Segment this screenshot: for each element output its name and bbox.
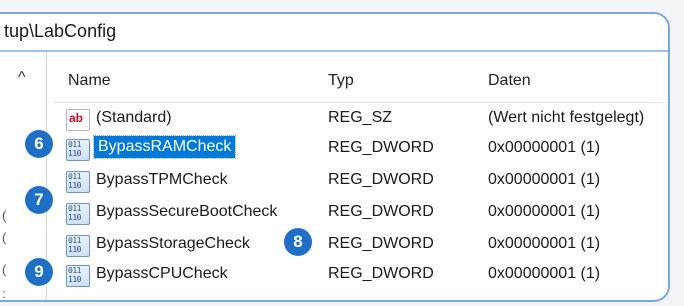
- value-data: (Wert nicht festgelegt): [488, 109, 645, 126]
- step-badge-8: 8: [284, 228, 312, 256]
- value-data: 0x00000001 (1): [488, 235, 601, 252]
- registry-editor-window: tup\LabConfig ( ( ( : ^ Name Typ Daten (…: [0, 12, 670, 302]
- value-name: (Standard): [96, 109, 172, 126]
- value-type: REG_SZ: [328, 109, 393, 126]
- value-type: REG_DWORD: [328, 171, 434, 188]
- registry-value-row[interactable]: BypassCPUCheck REG_DWORD 0x00000001 (1): [60, 260, 668, 290]
- registry-value-row[interactable]: (Standard) REG_SZ (Wert nicht festgelegt…: [60, 104, 668, 134]
- address-path: tup\LabConfig: [4, 21, 117, 41]
- registry-value-row-selected[interactable]: BypassRAMCheck REG_DWORD 0x00000001 (1): [60, 134, 668, 164]
- value-name: BypassRAMCheck: [92, 135, 237, 159]
- dword-value-icon: [66, 203, 90, 225]
- registry-value-row[interactable]: BypassStorageCheck REG_DWORD 0x00000001 …: [60, 230, 668, 260]
- value-name: BypassTPMCheck: [96, 171, 228, 188]
- column-header-daten[interactable]: Daten: [488, 72, 531, 90]
- value-type: REG_DWORD: [328, 235, 434, 252]
- value-data: 0x00000001 (1): [488, 139, 601, 156]
- step-badge-6: 6: [25, 130, 53, 158]
- value-name: BypassCPUCheck: [96, 265, 228, 282]
- column-header-typ[interactable]: Typ: [328, 72, 354, 90]
- column-header-name[interactable]: Name: [68, 72, 111, 90]
- value-type: REG_DWORD: [328, 203, 434, 220]
- registry-value-row[interactable]: BypassTPMCheck REG_DWORD 0x00000001 (1): [60, 166, 668, 196]
- dword-value-icon: [66, 139, 90, 161]
- string-value-icon: [66, 109, 90, 131]
- tree-connector: (: [2, 262, 7, 277]
- value-name: BypassSecureBootCheck: [96, 203, 278, 220]
- value-data: 0x00000001 (1): [488, 265, 601, 282]
- step-badge-7: 7: [25, 186, 53, 214]
- value-type: REG_DWORD: [328, 139, 434, 156]
- tree-connector: :: [2, 286, 6, 301]
- dword-value-icon: [66, 235, 90, 257]
- scroll-up-arrow-icon[interactable]: ^: [18, 69, 26, 87]
- value-data: 0x00000001 (1): [488, 203, 601, 220]
- dword-value-icon: [66, 171, 90, 193]
- value-type: REG_DWORD: [328, 265, 434, 282]
- tree-connector: (: [2, 208, 7, 223]
- value-name: BypassStorageCheck: [96, 235, 250, 252]
- value-data: 0x00000001 (1): [488, 171, 601, 188]
- tree-connector: (: [2, 230, 7, 245]
- column-header: Name Typ Daten: [54, 64, 668, 100]
- dword-value-icon: [66, 265, 90, 287]
- registry-value-row[interactable]: BypassSecureBootCheck REG_DWORD 0x000000…: [60, 198, 668, 228]
- header-divider: [54, 102, 668, 103]
- address-bar[interactable]: tup\LabConfig: [0, 14, 668, 52]
- step-badge-9: 9: [25, 258, 53, 286]
